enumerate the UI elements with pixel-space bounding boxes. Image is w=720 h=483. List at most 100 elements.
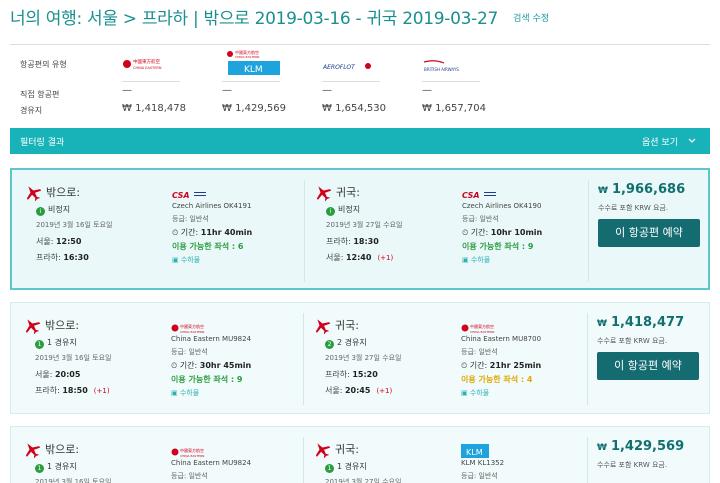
airline-info: CSA Czech Airlines OK4190 등급: 일반석 ⏲ 기간: … — [462, 186, 592, 265]
baggage-label: 수하물 — [180, 256, 201, 264]
leg-divider — [304, 180, 305, 282]
stops-badge-icon: 1 — [325, 464, 334, 473]
stops-label: 11 경유지 — [35, 461, 77, 473]
cabin-class: 등급: 일반석 — [462, 215, 499, 223]
direct-price-aeroflot: — — [322, 85, 332, 96]
baggage-link[interactable]: ▣ 수하물 — [462, 255, 592, 265]
british-airways-logo-icon: BRITISH AIRWAYS — [422, 55, 484, 77]
svg-text:中國東方航空: 中國東方航空 — [133, 58, 160, 65]
baggage-icon: ▣ — [171, 389, 178, 397]
show-options-toggle[interactable]: 옵션 보기 — [642, 135, 696, 148]
airline-col-british-airways[interactable]: BRITISH AIRWAYS — [422, 55, 484, 77]
row-label-stopover: 경유지 — [20, 106, 43, 115]
stops-label: 22 경유지 — [325, 337, 367, 349]
departure-time-value: 20:05 — [54, 370, 81, 379]
leg-date: 2019년 3월 16일 토요일 — [35, 478, 112, 483]
flight-number: KLM KL1352 — [461, 459, 505, 467]
stopover-price-china-eastern-klm[interactable]: ₩ 1,429,569 — [222, 103, 286, 114]
total-price: ₩1,966,686 — [598, 182, 700, 197]
edit-search-link[interactable]: 검색 수정 — [513, 14, 549, 24]
airline-logo-icon: KLM — [461, 443, 591, 458]
stopover-price-china-eastern[interactable]: ₩ 1,418,478 — [122, 103, 186, 114]
svg-text:中國東方航空: 中國東方航空 — [470, 323, 494, 329]
price-note: 수수료 포함 KRW 요금. — [597, 461, 668, 469]
arrival-city: 프라하: — [36, 253, 61, 262]
arrival-time: 서울: 12:40 (+1) — [326, 252, 393, 263]
stops-label: i 비정지 — [36, 204, 70, 216]
price-value: 1,418,477 — [610, 315, 685, 330]
leg-date: 2019년 3월 16일 토요일 — [35, 354, 112, 362]
baggage-label: 수하물 — [469, 389, 490, 397]
departure-city: 프라하: — [326, 237, 351, 246]
baggage-link[interactable]: ▣ 수하물 — [171, 388, 301, 398]
departure-time: 프라하: 18:30 — [326, 236, 379, 247]
stops-text: 비정지 — [338, 205, 361, 214]
stops-label: 11 경유지 — [325, 461, 367, 473]
leg-direction-label: 귀국: — [335, 319, 359, 332]
airline-col-china-eastern-klm[interactable]: 中國東方航空 CHINA EASTERN KLM — [222, 49, 284, 81]
baggage-label: 수하물 — [470, 256, 491, 264]
flight-number: Czech Airlines OK4190 — [462, 202, 542, 210]
departure-time: 프라하: 15:20 — [325, 369, 378, 380]
stops-badge-icon: 1 — [35, 340, 44, 349]
available-seats: 이용 가능한 좌석 : 6 — [172, 242, 244, 251]
price-value: 1,429,569 — [610, 439, 685, 454]
available-seats: 이용 가능한 좌석 : 9 — [462, 242, 534, 251]
baggage-icon: ▣ — [461, 389, 468, 397]
flight-duration: ⏲ 기간: 11hr 40min — [172, 227, 302, 238]
departure-time-value: 12:50 — [55, 237, 82, 246]
book-flight-button[interactable]: 이 항공편 예약 — [598, 219, 700, 247]
airline-info: 中國東方航空 CHINA EASTERN China Eastern MU9824… — [171, 319, 301, 398]
airline-logo-icon: CSA — [462, 186, 592, 200]
svg-text:CHINA EASTERN: CHINA EASTERN — [235, 55, 259, 59]
stops-text: 1 경유지 — [47, 338, 77, 347]
airplane-icon — [316, 186, 332, 202]
airline-col-china-eastern[interactable]: 中國東方航空 CHINA EASTERN — [122, 53, 184, 75]
price-panel: ₩1,429,569 수수료 포함 KRW 요금. — [597, 439, 699, 470]
stops-badge-icon: i — [36, 207, 45, 216]
direct-price-china-eastern-klm: — — [222, 85, 232, 96]
stops-text: 비정지 — [48, 205, 71, 214]
leg-divider — [303, 437, 304, 483]
departure-city: 서울: — [35, 370, 53, 379]
stopover-price-aeroflot[interactable]: ₩ 1,654,530 — [322, 103, 386, 114]
arrival-time-value: 18:50 — [62, 386, 88, 395]
book-flight-button[interactable]: 이 항공편 예약 — [597, 352, 699, 380]
chevron-down-icon — [688, 138, 696, 143]
flight-duration: ⏲ 기간: 21hr 25min — [461, 360, 591, 371]
baggage-link[interactable]: ▣ 수하물 — [461, 388, 591, 398]
svg-text:AEROFLOT: AEROFLOT — [322, 64, 356, 71]
svg-text:KLM: KLM — [466, 448, 483, 457]
airline-logo-icon: CSA — [172, 186, 302, 200]
airplane-icon — [315, 319, 331, 335]
price-note: 수수료 포함 KRW 요금. — [598, 204, 669, 212]
flight-number: China Eastern MU9824 — [171, 335, 252, 343]
departure-time-value: 18:30 — [353, 237, 379, 246]
flight-duration: ⏲ 기간: 10hr 10min — [462, 227, 592, 238]
stops-badge-icon: 2 — [325, 340, 334, 349]
filter-results-bar[interactable]: 필터링 결과 옵션 보기 — [10, 128, 710, 154]
flight-number: China Eastern MU9824 — [171, 459, 252, 467]
leg-direction-label: 귀국: — [336, 186, 360, 199]
stops-text: 2 경유지 — [337, 338, 367, 347]
duration-label: 기간: — [180, 228, 199, 237]
airline-col-aeroflot[interactable]: AEROFLOT — [322, 55, 384, 77]
svg-text:CSA: CSA — [462, 191, 480, 200]
svg-text:CHINA EASTERN: CHINA EASTERN — [180, 330, 204, 334]
svg-text:CSA: CSA — [172, 191, 190, 200]
leg-date: 2019년 3월 27일 수요일 — [325, 478, 402, 483]
duration-label: 기간: — [470, 228, 489, 237]
baggage-link[interactable]: ▣ 수하물 — [172, 255, 302, 265]
airplane-icon — [25, 319, 41, 335]
duration-value: 30hr 45min — [199, 361, 252, 370]
flight-duration: ⏲ 기간: 30hr 45min — [171, 360, 301, 371]
price-panel: ₩1,966,686 수수료 포함 KRW 요금. 이 항공편 예약 — [598, 182, 700, 247]
duration-value: 10hr 10min — [490, 228, 543, 237]
arrival-city: 서울: — [326, 253, 344, 262]
airline-info: KLM KLM KL1352 등급: 일반석 ⏲ ▣ — [461, 443, 591, 483]
flight-number: China Eastern MU8700 — [461, 335, 542, 343]
stopover-price-british-airways[interactable]: ₩ 1,657,704 — [422, 103, 486, 114]
duration-value: 11hr 40min — [200, 228, 253, 237]
arrival-city: 프라하: — [35, 386, 60, 395]
duration-label: 기간: — [179, 361, 198, 370]
